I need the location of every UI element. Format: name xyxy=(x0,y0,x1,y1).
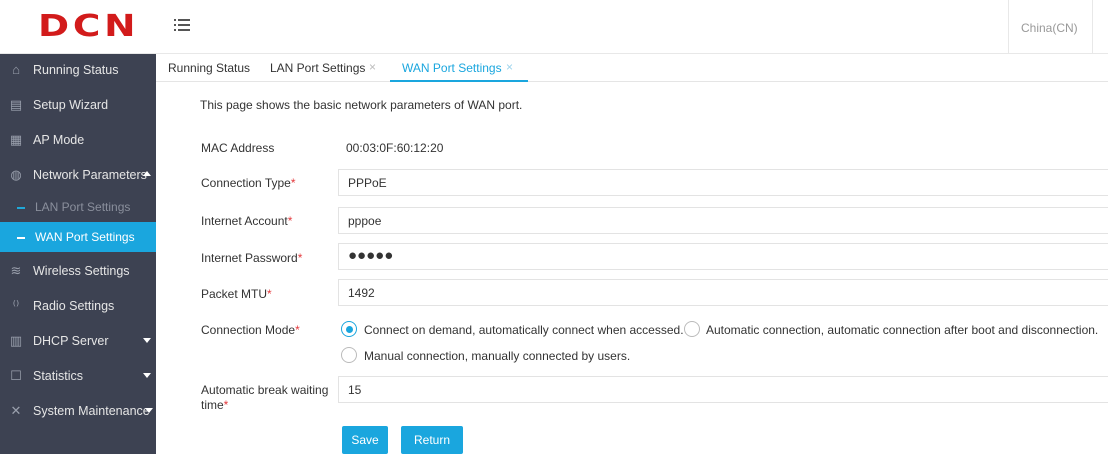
packet-mtu-label: Packet MTU* xyxy=(201,287,272,301)
sidebar-item-label: Wireless Settings xyxy=(33,264,130,278)
globe-icon: ◍ xyxy=(10,167,22,182)
automatic-connection-label: Automatic connection, automatic connecti… xyxy=(706,323,1099,337)
close-icon[interactable]: × xyxy=(369,60,376,74)
sidebar-item-system-maintenance[interactable]: ✕ System Maintenance xyxy=(0,395,156,427)
page-description: This page shows the basic network parame… xyxy=(200,98,523,112)
sidebar-item-network-parameters[interactable]: ◍ Network Parameters xyxy=(0,159,156,191)
dash-icon xyxy=(17,207,25,209)
close-icon[interactable]: × xyxy=(506,60,513,74)
manual-connection-radio[interactable] xyxy=(341,347,357,363)
wizard-icon: ▤ xyxy=(9,97,23,112)
sidebar-item-label: Radio Settings xyxy=(33,299,115,313)
sidebar-subitem-lan-port-settings[interactable]: LAN Port Settings xyxy=(0,192,156,222)
caret-down-icon xyxy=(143,373,151,378)
home-icon: ⌂ xyxy=(12,62,20,77)
sidebar-item-radio-settings[interactable]: ⁽⁾ Radio Settings xyxy=(0,290,156,322)
language-selector[interactable]: China(CN) xyxy=(1008,0,1108,54)
automatic-connection-radio[interactable] xyxy=(684,321,700,337)
save-button[interactable]: Save xyxy=(342,426,388,454)
menu-toggle-icon[interactable] xyxy=(174,18,190,32)
language-label: China(CN) xyxy=(1021,21,1078,35)
tab-wan-port-settings[interactable]: WAN Port Settings × xyxy=(390,54,528,82)
sidebar-item-wireless-settings[interactable]: ≋ Wireless Settings xyxy=(0,255,156,287)
sidebar-item-setup-wizard[interactable]: ▤ Setup Wizard xyxy=(0,89,156,121)
dash-icon xyxy=(17,237,25,239)
sidebar-item-label: Network Parameters xyxy=(33,168,147,182)
tab-lan-port-settings[interactable]: LAN Port Settings × xyxy=(270,54,380,82)
packet-mtu-input[interactable]: 1492 xyxy=(338,279,1108,306)
connection-type-label: Connection Type* xyxy=(201,176,296,190)
connection-mode-label: Connection Mode* xyxy=(201,323,300,337)
sidebar-item-statistics[interactable]: ☐ Statistics xyxy=(0,360,156,392)
sidebar-subitem-label: LAN Port Settings xyxy=(35,200,131,214)
sidebar-item-dhcp-server[interactable]: ▥ DHCP Server xyxy=(0,325,156,357)
internet-password-label: Internet Password* xyxy=(201,251,303,265)
mac-address-value: 00:03:0F:60:12:20 xyxy=(346,141,444,155)
connect-on-demand-radio[interactable] xyxy=(341,321,357,337)
sidebar-subitem-label: WAN Port Settings xyxy=(35,230,135,244)
connect-on-demand-label: Connect on demand, automatically connect… xyxy=(364,323,684,337)
break-waiting-time-input[interactable]: 15 xyxy=(338,376,1108,403)
mac-address-label: MAC Address xyxy=(201,141,275,155)
sidebar-item-label: Statistics xyxy=(33,369,84,383)
wifi-icon: ≋ xyxy=(10,263,22,278)
caret-down-icon xyxy=(143,338,151,343)
tab-label: Running Status xyxy=(168,61,251,75)
chart-icon: ☐ xyxy=(10,368,22,383)
internet-account-label: Internet Account* xyxy=(201,214,293,228)
server-icon: ▥ xyxy=(9,333,23,348)
sidebar-item-ap-mode[interactable]: ▦ AP Mode xyxy=(0,124,156,156)
return-button[interactable]: Return xyxy=(401,426,463,454)
tools-icon: ✕ xyxy=(10,403,22,418)
caret-down-icon xyxy=(145,408,153,413)
sidebar-item-running-status[interactable]: ⌂ Running Status xyxy=(0,54,156,86)
caret-up-icon xyxy=(143,171,151,176)
tab-label: WAN Port Settings xyxy=(402,61,502,75)
dcn-logo: DCN xyxy=(38,9,140,44)
sidebar-item-label: System Maintenance xyxy=(33,404,150,418)
header-divider xyxy=(1092,0,1093,54)
manual-connection-label: Manual connection, manually connected by… xyxy=(364,349,631,363)
sidebar-subitem-wan-port-settings[interactable]: WAN Port Settings xyxy=(0,222,156,252)
sidebar-item-label: Setup Wizard xyxy=(33,98,109,112)
sidebar-item-label: AP Mode xyxy=(33,133,85,147)
internet-password-input[interactable]: ●●●●● xyxy=(338,243,1108,270)
connection-type-field[interactable]: PPPoE xyxy=(338,169,1108,196)
tab-bar: Running Status LAN Port Settings × WAN P… xyxy=(156,54,1108,82)
tab-running-status[interactable]: Running Status xyxy=(168,54,251,82)
radio-icon: ⁽⁾ xyxy=(12,298,20,313)
sidebar: ⌂ Running Status ▤ Setup Wizard ▦ AP Mod… xyxy=(0,54,156,454)
top-bar: DCN China(CN) xyxy=(0,0,1108,54)
sidebar-item-label: DHCP Server xyxy=(33,334,109,348)
sidebar-item-label: Running Status xyxy=(33,63,119,77)
ap-mode-icon: ▦ xyxy=(9,132,23,147)
internet-account-input[interactable]: pppoe xyxy=(338,207,1108,234)
tab-label: LAN Port Settings xyxy=(270,61,366,75)
break-waiting-time-label: Automatic break waiting time* xyxy=(201,383,329,412)
